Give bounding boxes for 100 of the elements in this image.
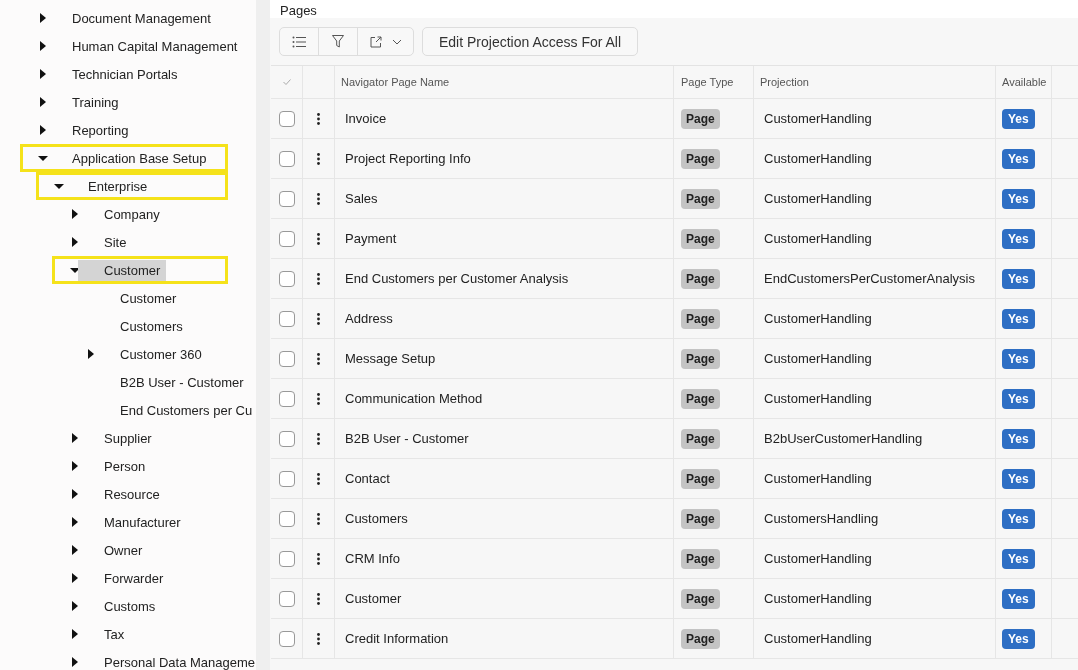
available-tag: Yes (1002, 508, 1035, 529)
tree-item[interactable]: B2B User - Customer (120, 371, 244, 393)
caret-right-icon[interactable] (70, 545, 80, 555)
caret-right-icon[interactable] (70, 573, 80, 583)
tree-item[interactable]: Customer (78, 259, 167, 281)
more-options-icon[interactable] (317, 112, 320, 125)
caret-right-icon[interactable] (70, 517, 80, 527)
caret-right-icon[interactable] (86, 349, 96, 359)
row-checkbox[interactable] (278, 350, 295, 367)
tree-item[interactable]: Manufacturer (104, 511, 181, 533)
tree-item[interactable]: Company (104, 203, 160, 225)
tree-item[interactable]: Document Management (72, 7, 211, 29)
caret-down-icon[interactable] (38, 153, 48, 163)
more-options-icon[interactable] (317, 472, 320, 485)
row-checkbox[interactable] (278, 390, 295, 407)
table-cell: Customers (345, 511, 408, 526)
caret-down-icon[interactable] (54, 181, 64, 191)
available-tag: Yes (1002, 348, 1035, 369)
caret-right-icon[interactable] (38, 125, 48, 135)
tree-item[interactable]: Supplier (104, 427, 152, 449)
more-options-icon[interactable] (317, 272, 320, 285)
tree-item[interactable]: Enterprise (88, 175, 148, 197)
column-header[interactable]: Page Type (681, 76, 734, 88)
available-tag: Yes (1002, 548, 1035, 569)
more-options-icon[interactable] (317, 632, 320, 645)
tree-item[interactable]: Technician Portals (72, 63, 178, 85)
caret-right-icon[interactable] (38, 69, 48, 79)
more-options-icon[interactable] (317, 432, 320, 445)
tree-item[interactable]: Customer 360 (120, 343, 202, 365)
tree-item[interactable]: Tax (104, 623, 125, 645)
tree-item[interactable]: Customers (120, 315, 183, 337)
caret-right-icon[interactable] (70, 601, 80, 611)
page-type-tag: Page (681, 108, 720, 129)
more-options-icon[interactable] (317, 592, 320, 605)
more-options-icon[interactable] (317, 512, 320, 525)
more-options-icon[interactable] (317, 192, 320, 205)
caret-right-icon[interactable] (70, 433, 80, 443)
row-checkbox[interactable] (278, 230, 295, 247)
table-cell: Contact (345, 471, 390, 486)
page-type-tag: Page (681, 628, 720, 649)
more-options-icon[interactable] (317, 352, 320, 365)
table-cell: Credit Information (345, 631, 449, 646)
caret-right-icon[interactable] (70, 237, 80, 247)
column-header[interactable]: Available (1002, 76, 1047, 88)
column-header[interactable]: Projection (760, 76, 809, 88)
table-cell: CustomerHandling (764, 151, 872, 166)
caret-right-icon[interactable] (70, 489, 80, 499)
tree-item[interactable]: Reporting (72, 119, 129, 141)
tree-item[interactable]: Forwarder (104, 567, 164, 589)
column-header[interactable]: Navigator Page Name (341, 76, 450, 88)
available-tag: Yes (1002, 308, 1035, 329)
page-type-tag: Page (681, 388, 720, 409)
tree-item[interactable]: Training (72, 91, 119, 113)
page-type-tag: Page (681, 228, 720, 249)
more-options-icon[interactable] (317, 232, 320, 245)
caret-right-icon[interactable] (70, 657, 80, 667)
tree-item[interactable]: End Customers per Cu (120, 399, 253, 421)
table-cell: CustomerHandling (764, 551, 872, 566)
caret-right-icon[interactable] (70, 461, 80, 471)
table-cell: CustomerHandling (764, 191, 872, 206)
row-checkbox[interactable] (278, 430, 295, 447)
tree-item[interactable]: Customs (104, 595, 156, 617)
page-type-tag: Page (681, 188, 720, 209)
row-checkbox[interactable] (278, 630, 295, 647)
edit-projection-access-button[interactable]: Edit Projection Access For All (422, 27, 639, 56)
row-checkbox[interactable] (278, 590, 295, 607)
row-checkbox[interactable] (278, 150, 295, 167)
tree-item[interactable]: Person (104, 455, 146, 477)
caret-right-icon[interactable] (38, 97, 48, 107)
caret-right-icon[interactable] (70, 629, 80, 639)
available-tag: Yes (1002, 468, 1035, 489)
tree-item[interactable]: Resource (104, 483, 160, 505)
tree-item[interactable]: Owner (104, 539, 143, 561)
more-options-icon[interactable] (317, 152, 320, 165)
page-type-tag: Page (681, 508, 720, 529)
select-all-check-icon[interactable] (282, 79, 291, 85)
caret-right-icon[interactable] (38, 13, 48, 23)
tree-item[interactable]: Customer (120, 287, 177, 309)
more-options-icon[interactable] (317, 552, 320, 565)
tree-item[interactable]: Site (104, 231, 127, 253)
row-checkbox[interactable] (278, 550, 295, 567)
table-cell: EndCustomersPerCustomerAnalysis (764, 271, 975, 286)
row-checkbox[interactable] (278, 510, 295, 527)
more-options-icon[interactable] (317, 312, 320, 325)
page-type-tag: Page (681, 348, 720, 369)
row-checkbox[interactable] (278, 310, 295, 327)
row-checkbox[interactable] (278, 110, 295, 127)
table-cell: Address (345, 311, 393, 326)
row-checkbox[interactable] (278, 190, 295, 207)
tree-item[interactable]: Personal Data Manageme (104, 651, 256, 670)
tree-item[interactable]: Human Capital Management (72, 35, 238, 57)
caret-right-icon[interactable] (38, 41, 48, 51)
row-checkbox[interactable] (278, 470, 295, 487)
more-options-icon[interactable] (317, 392, 320, 405)
filter-icon (332, 35, 344, 48)
caret-right-icon[interactable] (70, 209, 80, 219)
page-type-tag: Page (681, 468, 720, 489)
tree-item[interactable]: Application Base Setup (72, 147, 207, 169)
available-tag: Yes (1002, 148, 1035, 169)
row-checkbox[interactable] (278, 270, 295, 287)
